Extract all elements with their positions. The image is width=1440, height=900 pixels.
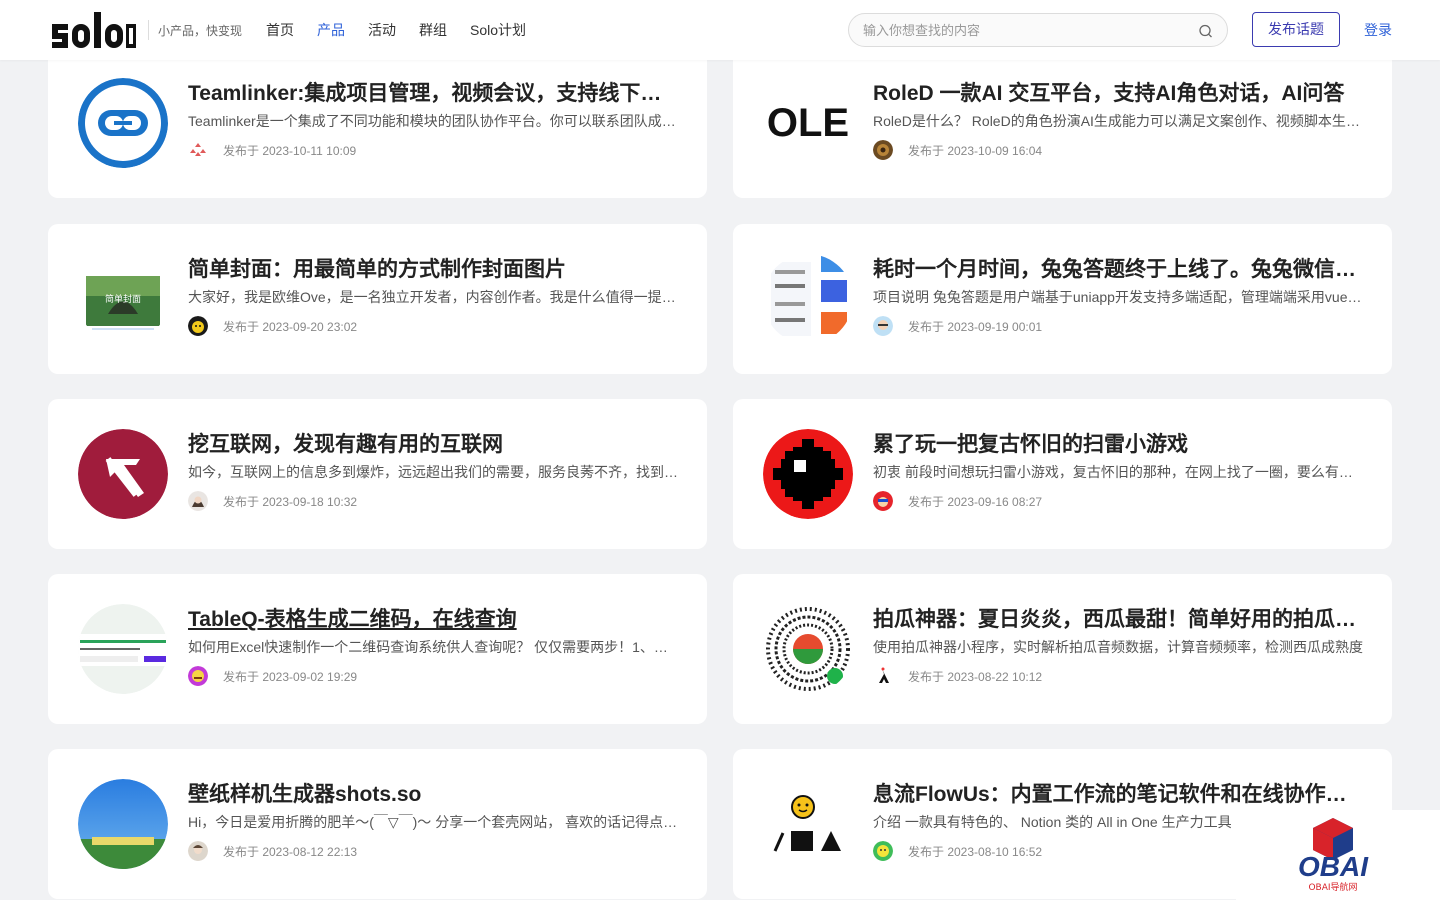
author-avatar[interactable]: [873, 491, 893, 511]
post-card[interactable]: 拍瓜神器：夏日炎炎，西瓜最甜！简单好用的拍瓜小程序 使用拍瓜神器小程序，实时解析…: [733, 574, 1392, 724]
post-description: Teamlinker是一个集成了不同功能和模块的团队协作平台。你可以联系团队成员…: [188, 113, 678, 129]
post-title[interactable]: 息流FlowUs：内置工作流的笔记软件和在线协作平台: [873, 780, 1365, 810]
post-title[interactable]: 耗时一个月时间，兔兔答题终于上线了。兔兔微信小程序: [873, 255, 1365, 285]
post-date: 发布于 2023-08-22 10:12: [908, 670, 1043, 684]
post-thumbnail: [78, 779, 168, 869]
main-nav: 首页 产品 活动 群组 Solo计划: [266, 20, 549, 40]
post-thumbnail: [763, 604, 853, 694]
post-card[interactable]: Teamlinker:集成项目管理，视频会议，支持线下部署的团队协作平台 Tea…: [48, 48, 707, 198]
author-avatar[interactable]: [188, 491, 208, 511]
post-card[interactable]: OLE RoleD 一款AI 交互平台，支持AI角色对话，AI问答 RoleD是…: [733, 48, 1392, 198]
search-box: [848, 13, 1228, 47]
post-title[interactable]: RoleD 一款AI 交互平台，支持AI角色对话，AI问答: [873, 79, 1365, 109]
post-card[interactable]: 耗时一个月时间，兔兔答题终于上线了。兔兔微信小程序 项目说明 兔兔答题是用户端基…: [733, 224, 1392, 374]
nav-activities[interactable]: 活动: [368, 20, 396, 40]
post-thumbnail: 简单封面: [78, 254, 168, 344]
post-date: 发布于 2023-08-12 22:13: [223, 845, 358, 859]
post-date: 发布于 2023-10-09 16:04: [908, 144, 1043, 158]
post-thumbnail: [78, 604, 168, 694]
post-thumbnail: [78, 78, 168, 168]
header-divider: [148, 20, 149, 40]
site-logo[interactable]: [50, 10, 138, 50]
watermark-subtitle: OBAI导航网: [1308, 881, 1357, 893]
post-description: 大家好，我是欧维Ove，是一名独立开发者，内容创作者。我是什么值得一提的人: [188, 289, 678, 305]
post-date: 发布于 2023-09-16 08:27: [908, 495, 1043, 509]
author-avatar[interactable]: [873, 841, 893, 861]
post-description: 如何用Excel快速制作一个二维码查询系统供人查询呢？ 仅仅需要两步！1、上传表…: [188, 639, 678, 655]
post-thumbnail: [78, 429, 168, 519]
post-date: 发布于 2023-09-20 23:02: [223, 320, 358, 334]
author-avatar[interactable]: [188, 666, 208, 686]
post-description: 使用拍瓜神器小程序，实时解析拍瓜音频数据，计算音频频率，检测西瓜成熟度: [873, 639, 1363, 655]
watermark-logo: OBAI OBAI导航网: [1236, 810, 1440, 900]
post-description: 如今，互联网上的信息多到爆炸，远远超出我们的需要，服务良莠不齐，找到好东西不容易: [188, 464, 678, 480]
post-description: Hi，今日是爱用折腾的肥羊～(￣▽￣)～ 分享一个套壳网站， 喜欢的话记得点个赞: [188, 814, 678, 830]
post-card[interactable]: TableQ-表格生成二维码，在线查询 如何用Excel快速制作一个二维码查询系…: [48, 574, 707, 724]
post-title[interactable]: 壁纸样机生成器shots.so: [188, 780, 680, 810]
post-description: 项目说明 兔兔答题是用户端基于uniapp开发支持多端适配，管理端端采用vue开…: [873, 289, 1363, 305]
login-link[interactable]: 登录: [1364, 20, 1392, 40]
post-title[interactable]: TableQ-表格生成二维码，在线查询: [188, 605, 680, 635]
post-thumbnail: [763, 254, 853, 344]
post-card[interactable]: 简单封面 简单封面：用最简单的方式制作封面图片 大家好，我是欧维Ove，是一名独…: [48, 224, 707, 374]
nav-solo-plan[interactable]: Solo计划: [470, 20, 526, 40]
nav-home[interactable]: 首页: [266, 20, 294, 40]
author-avatar[interactable]: [188, 841, 208, 861]
svg-text:OLE: OLE: [767, 101, 849, 145]
post-date: 发布于 2023-09-18 10:32: [223, 495, 358, 509]
post-date: 发布于 2023-10-11 10:09: [223, 144, 357, 158]
post-card[interactable]: 壁纸样机生成器shots.so Hi，今日是爱用折腾的肥羊～(￣▽￣)～ 分享一…: [48, 749, 707, 899]
svg-text:简单封面: 简单封面: [105, 293, 141, 304]
nav-products[interactable]: 产品: [317, 20, 345, 40]
post-title[interactable]: 挖互联网，发现有趣有用的互联网: [188, 430, 680, 460]
search-icon[interactable]: [1199, 24, 1213, 38]
site-slogan: 小产品，快变现: [158, 24, 243, 38]
post-description: RoleD是什么？ RoleD的角色扮演AI生成能力可以满足文案创作、视频脚本生…: [873, 113, 1363, 129]
post-description: 初衷 前段时间想玩扫雷小游戏，复古怀旧的那种，在网上找了一圈，要么有广告: [873, 464, 1363, 480]
search-input[interactable]: [863, 14, 1183, 46]
author-avatar[interactable]: [873, 140, 893, 160]
post-title[interactable]: 简单封面：用最简单的方式制作封面图片: [188, 255, 680, 285]
author-avatar[interactable]: [188, 316, 208, 336]
nav-groups[interactable]: 群组: [419, 20, 447, 40]
watermark-brand: OBAI: [1298, 851, 1369, 882]
post-card[interactable]: 挖互联网，发现有趣有用的互联网 如今，互联网上的信息多到爆炸，远远超出我们的需要…: [48, 399, 707, 549]
author-avatar[interactable]: [873, 316, 893, 336]
post-thumbnail: [763, 429, 853, 519]
post-date: 发布于 2023-08-10 16:52: [908, 845, 1043, 859]
post-thumbnail: [763, 779, 853, 869]
post-date: 发布于 2023-09-02 19:29: [223, 670, 358, 684]
post-title[interactable]: 累了玩一把复古怀旧的扫雷小游戏: [873, 430, 1365, 460]
author-avatar[interactable]: [188, 140, 208, 160]
post-title[interactable]: Teamlinker:集成项目管理，视频会议，支持线下部署的团队协作平台: [188, 79, 680, 109]
post-title[interactable]: 拍瓜神器：夏日炎炎，西瓜最甜！简单好用的拍瓜小程序: [873, 605, 1365, 635]
author-avatar[interactable]: [873, 666, 893, 686]
post-thumbnail: OLE: [763, 78, 853, 168]
post-date: 发布于 2023-09-19 00:01: [908, 320, 1043, 334]
publish-topic-button[interactable]: 发布话题: [1252, 12, 1340, 47]
top-header: 小产品，快变现 首页 产品 活动 群组 Solo计划 发布话题 登录: [0, 0, 1440, 60]
post-card[interactable]: 累了玩一把复古怀旧的扫雷小游戏 初衷 前段时间想玩扫雷小游戏，复古怀旧的那种，在…: [733, 399, 1392, 549]
